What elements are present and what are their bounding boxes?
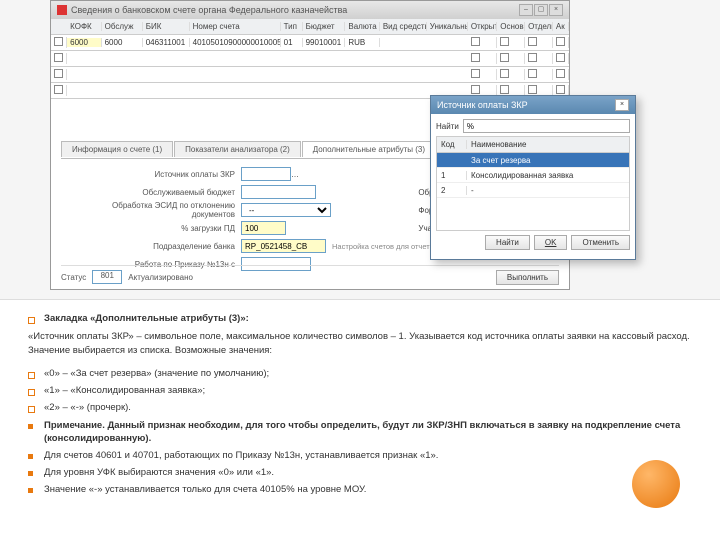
doc-note: Значение «-» устанавливается только для … (44, 483, 700, 497)
dialog-titlebar: Источник оплаты ЗКР × (431, 96, 635, 114)
source-lookup-dialog: Источник оплаты ЗКР × Найти Код Наименов… (430, 95, 636, 260)
dept-label: Подразделение банка (71, 242, 241, 251)
minimize-button[interactable]: – (519, 4, 533, 16)
lookup-row[interactable]: 1 Консолидированная заявка (437, 168, 629, 183)
col-unique[interactable]: Уникальный (427, 22, 468, 31)
open-checkbox[interactable] (471, 85, 480, 94)
doc-note: Для счетов 40601 и 40701, работающих по … (44, 449, 700, 463)
execute-button[interactable]: Выполнить (496, 270, 559, 285)
col-code[interactable]: Код (437, 140, 467, 149)
dept-checkbox[interactable] (528, 37, 537, 46)
col-open[interactable]: Открыт (468, 22, 497, 31)
main-checkbox[interactable] (500, 53, 509, 62)
close-button[interactable]: × (549, 4, 563, 16)
documentation: Закладка «Дополнительные атрибуты (3)»: … (0, 300, 720, 518)
cell-account: 40105010900000010005 (190, 38, 281, 47)
esid-label: Обработка ЭСИД по отклонению документов (71, 201, 241, 219)
dept-checkbox[interactable] (528, 53, 537, 62)
cell-bik: 046311001 (143, 38, 190, 47)
doc-li: «0» – «За счет резерва» (значение по умо… (44, 367, 700, 381)
window-title: Сведения о банковском счете органа Федер… (71, 1, 347, 19)
col-main[interactable]: Основ (497, 22, 525, 31)
doc-heading: Закладка «Дополнительные атрибуты (3)»: (44, 313, 249, 324)
app-icon (57, 5, 67, 15)
src-input[interactable] (241, 167, 291, 181)
col-obsluzh[interactable]: Обслуж (102, 22, 143, 31)
status-label: Статус (61, 273, 86, 282)
search-input[interactable] (463, 119, 630, 133)
doc-li: «1» – «Консолидированная заявка»; (44, 384, 700, 398)
window-titlebar: Сведения о банковском счете органа Федер… (51, 1, 569, 19)
ak-checkbox[interactable] (556, 37, 565, 46)
src-lookup-icon[interactable]: … (291, 170, 301, 179)
open-checkbox[interactable] (471, 37, 480, 46)
tab-info[interactable]: Информация о счете (1) (61, 141, 173, 157)
col-dept[interactable]: Отдель (525, 22, 553, 31)
maximize-button[interactable]: ▢ (534, 4, 548, 16)
col-ak[interactable]: Ак (553, 22, 569, 31)
col-funds-type[interactable]: Вид средств (380, 22, 427, 31)
ok-button[interactable]: OK (534, 235, 568, 250)
open-checkbox[interactable] (471, 69, 480, 78)
budget-input[interactable] (241, 185, 316, 199)
open-checkbox[interactable] (471, 53, 480, 62)
col-kofk[interactable]: КОФК (67, 22, 101, 31)
dept-checkbox[interactable] (528, 69, 537, 78)
lookup-row[interactable]: За счет резерва (437, 153, 629, 168)
lookup-grid: Код Наименование За счет резерва 1 Консо… (436, 136, 630, 231)
tabs: Информация о счете (1) Показатели анализ… (61, 141, 436, 157)
ak-checkbox[interactable] (556, 53, 565, 62)
accounts-grid: КОФК Обслуж БИК Номер счета Тип Бюджет В… (51, 19, 569, 99)
cancel-button[interactable]: Отменить (571, 235, 630, 250)
main-checkbox[interactable] (500, 37, 509, 46)
find-button[interactable]: Найти (485, 235, 530, 250)
doc-paragraph: «Источник оплаты ЗКР» – символьное поле,… (28, 330, 700, 358)
table-row[interactable] (51, 67, 569, 83)
doc-note: Примечание. Данный признак необходим, дл… (44, 420, 680, 445)
cell-currency: RUB (345, 38, 379, 47)
row-checkbox[interactable] (54, 37, 63, 46)
cell-obsluzh: 6000 (102, 38, 143, 47)
cell-kofk[interactable]: 6000 (67, 38, 101, 47)
main-checkbox[interactable] (500, 69, 509, 78)
row-checkbox[interactable] (54, 69, 63, 78)
tab-attributes[interactable]: Дополнительные атрибуты (3) (302, 141, 436, 157)
dept-checkbox[interactable] (528, 85, 537, 94)
dialog-close-button[interactable]: × (615, 99, 629, 111)
col-currency[interactable]: Валюта (345, 22, 379, 31)
col-account[interactable]: Номер счета (190, 22, 281, 31)
ak-checkbox[interactable] (556, 69, 565, 78)
cell-budget: 99010001 (303, 38, 346, 47)
status-bar: Статус 801 Актуализировано Выполнить (61, 265, 559, 285)
table-row[interactable] (51, 51, 569, 67)
status-text: Актуализировано (128, 273, 193, 282)
ak-checkbox[interactable] (556, 85, 565, 94)
dialog-title: Источник оплаты ЗКР (437, 96, 528, 114)
budget-label: Обслуживаемый бюджет (71, 188, 241, 197)
pd-input[interactable] (241, 221, 286, 235)
esid-select[interactable]: -- (241, 203, 331, 217)
status-code: 801 (92, 270, 122, 284)
col-budget[interactable]: Бюджет (303, 22, 346, 31)
main-checkbox[interactable] (500, 85, 509, 94)
row-checkbox[interactable] (54, 85, 63, 94)
col-bik[interactable]: БИК (143, 22, 190, 31)
tab-analyzer[interactable]: Показатели анализатора (2) (174, 141, 301, 157)
doc-li: «2» – «-» (прочерк). (44, 401, 700, 415)
col-name[interactable]: Наименование (467, 140, 629, 149)
search-label: Найти (436, 122, 459, 131)
cell-type: 01 (281, 38, 303, 47)
row-checkbox[interactable] (54, 53, 63, 62)
col-type[interactable]: Тип (281, 22, 303, 31)
lookup-row[interactable]: 2 - (437, 183, 629, 198)
src-label: Источник оплаты ЗКР (71, 170, 241, 179)
doc-note: Для уровня УФК выбираются значения «0» и… (44, 466, 700, 480)
grid-header: КОФК Обслуж БИК Номер счета Тип Бюджет В… (51, 19, 569, 35)
table-row[interactable]: 6000 6000 046311001 40105010900000010005… (51, 35, 569, 51)
dept-input[interactable] (241, 239, 326, 253)
pd-label: % загрузки ПД (71, 224, 241, 233)
